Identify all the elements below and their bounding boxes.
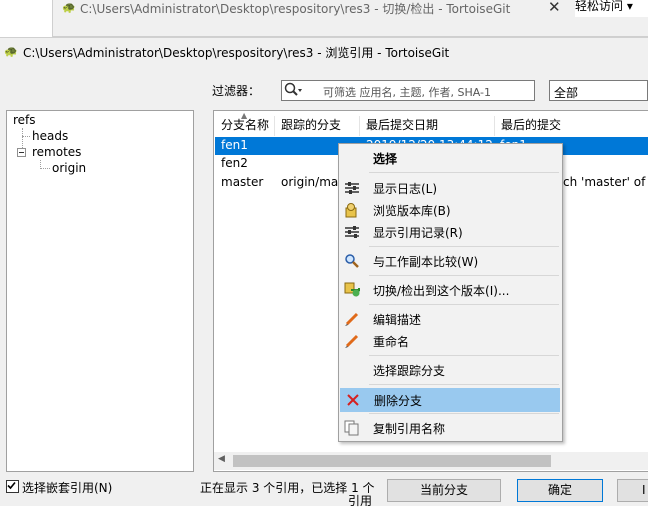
- window-title: C:\Users\Administrator\Desktop\resposito…: [23, 46, 450, 60]
- cell-branch-name: fen1: [221, 138, 248, 152]
- copy-icon: [344, 420, 360, 436]
- compare-icon: [344, 253, 360, 269]
- column-header-tracked-branch[interactable]: 跟踪的分支: [275, 116, 360, 136]
- delete-icon: [345, 392, 361, 408]
- collapse-icon[interactable]: [17, 148, 26, 157]
- search-icon[interactable]: [283, 81, 303, 99]
- rename-icon: [344, 333, 360, 349]
- background-close-icon[interactable]: ✕: [548, 0, 561, 16]
- cell-branch-name[interactable]: master: [221, 175, 263, 189]
- edit-icon: [344, 311, 360, 327]
- menu-item-compare-working-copy[interactable]: 与工作副本比较(W): [339, 250, 561, 272]
- cell-last-commit: ch 'master' of g: [563, 175, 648, 189]
- menu-item-select-tracked-branch[interactable]: 选择跟踪分支: [339, 359, 561, 381]
- tree-item-heads[interactable]: heads: [32, 129, 68, 143]
- filter-scope-dropdown[interactable]: 全部: [549, 80, 648, 101]
- ok-button[interactable]: 确定: [517, 479, 603, 502]
- scrollbar-thumb[interactable]: [233, 455, 551, 467]
- background-window-title: C:\Users\Administrator\Desktop\resposito…: [80, 2, 511, 16]
- extra-button[interactable]: I: [617, 479, 648, 502]
- nested-refs-label[interactable]: 选择嵌套引用(N): [22, 479, 112, 496]
- cell-branch-name[interactable]: fen2: [221, 156, 248, 170]
- filter-label: 过滤器：: [212, 84, 261, 98]
- menu-item-copy-ref-name[interactable]: 复制引用名称: [339, 417, 561, 439]
- tree-root-refs[interactable]: refs: [13, 113, 36, 127]
- refs-tree: [6, 110, 194, 472]
- menu-item-edit-description[interactable]: 编辑描述: [339, 308, 561, 330]
- status-text-tail: 引用: [348, 494, 373, 508]
- log-icon: [344, 180, 360, 196]
- filter-placeholder: 可筛选 应用名, 主题, 作者, SHA-1: [323, 86, 491, 99]
- reflog-icon: [344, 224, 360, 240]
- menu-item-select[interactable]: 选择: [339, 147, 561, 169]
- menu-item-delete-branch[interactable]: 删除分支: [340, 388, 560, 412]
- menu-item-show-reflog[interactable]: 显示引用记录(R): [339, 221, 561, 243]
- current-branch-button[interactable]: 当前分支: [387, 479, 501, 502]
- repo-browser-icon: [344, 202, 360, 218]
- menu-item-switch-checkout[interactable]: 切换/检出到这个版本(I)...: [339, 279, 561, 301]
- tortoisegit-icon: 🐢: [62, 1, 76, 14]
- column-header-last-commit-date[interactable]: 最后提交日期: [360, 116, 495, 136]
- easy-access-menu[interactable]: 轻松访问 ▾: [575, 0, 648, 17]
- menu-item-show-log[interactable]: 显示日志(L): [339, 177, 561, 199]
- tree-item-remotes[interactable]: remotes: [32, 145, 81, 159]
- tree-item-origin[interactable]: origin: [52, 161, 86, 175]
- column-header-last-commit[interactable]: 最后的提交: [495, 116, 648, 136]
- nested-refs-checkbox[interactable]: [6, 480, 19, 493]
- scroll-left-arrow-icon[interactable]: ◀: [218, 454, 225, 464]
- sort-indicator-icon: ▲: [241, 111, 248, 120]
- menu-item-repo-browser[interactable]: 浏览版本库(B): [339, 199, 561, 221]
- switch-icon: [344, 282, 360, 298]
- menu-item-rename[interactable]: 重命名: [339, 330, 561, 352]
- tortoisegit-icon: 🐢: [4, 45, 18, 58]
